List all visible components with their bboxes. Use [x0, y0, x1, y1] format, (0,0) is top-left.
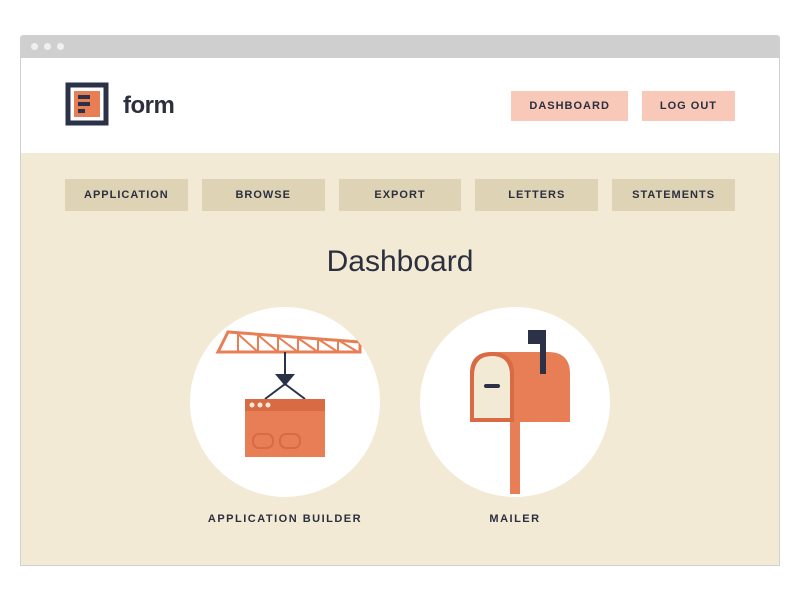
window-minimize-icon[interactable] [44, 43, 51, 50]
header-buttons: DASHBOARD LOG OUT [511, 91, 735, 121]
tab-statements[interactable]: STATEMENTS [612, 179, 735, 211]
tab-application[interactable]: APPLICATION [65, 179, 188, 211]
main-content: APPLICATION BROWSE EXPORT LETTERS STATEM… [21, 153, 779, 565]
window-maximize-icon[interactable] [57, 43, 64, 50]
card-illustration [190, 307, 380, 497]
card-illustration [420, 307, 610, 497]
dashboard-cards: APPLICATION BUILDER [65, 307, 735, 525]
mailbox-icon [420, 307, 610, 497]
browser-frame: form DASHBOARD LOG OUT APPLICATION BROWS… [20, 35, 780, 566]
nav-tabs: APPLICATION BROWSE EXPORT LETTERS STATEM… [65, 179, 735, 211]
form-logo-icon [65, 82, 109, 131]
crane-icon [190, 307, 380, 497]
card-label: APPLICATION BUILDER [208, 513, 362, 525]
logout-button[interactable]: LOG OUT [642, 91, 735, 121]
card-application-builder[interactable]: APPLICATION BUILDER [190, 307, 380, 525]
dashboard-button[interactable]: DASHBOARD [511, 91, 628, 121]
tab-browse[interactable]: BROWSE [202, 179, 325, 211]
logo[interactable]: form [65, 82, 174, 131]
browser-titlebar [21, 36, 779, 58]
card-mailer[interactable]: MAILER [420, 307, 610, 525]
tab-export[interactable]: EXPORT [339, 179, 462, 211]
card-label: MAILER [489, 513, 540, 525]
logo-text: form [123, 92, 174, 120]
tab-letters[interactable]: LETTERS [475, 179, 598, 211]
page-title: Dashboard [65, 245, 735, 279]
header: form DASHBOARD LOG OUT [21, 58, 779, 153]
window-close-icon[interactable] [31, 43, 38, 50]
